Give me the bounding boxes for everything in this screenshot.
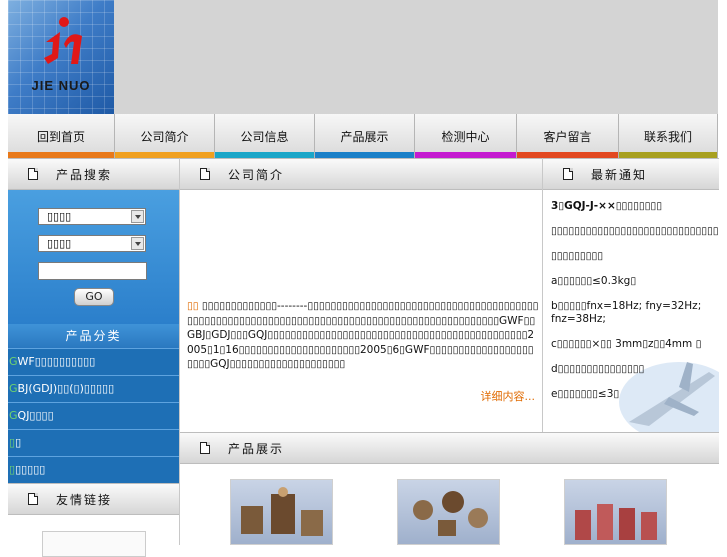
document-icon [28, 493, 38, 505]
search-panel: ▯▯▯▯ ▯▯▯▯ GO [8, 190, 179, 324]
nav-item-label: 检测中心 [441, 129, 490, 144]
products-section: 产品展示 [179, 432, 719, 545]
category-item[interactable]: GBJ(GDJ)▯▯(▯)▯▯▯▯▯ [8, 375, 179, 402]
news-line: ▯▯▯▯▯▯▯▯▯ [551, 250, 604, 262]
company-intro-section: 公司简介 ▯▯ ▯▯▯▯▯▯▯▯▯▯▯▯▯--------▯▯▯▯▯▯▯▯▯▯▯… [179, 158, 543, 432]
logo-mark-icon [44, 17, 82, 64]
intro-highlight: ▯▯ [187, 300, 199, 312]
news-line: b▯▯▯▯▯fnx=18Hz; fny=32Hz; fnz=38Hz; [551, 300, 702, 325]
nav-item[interactable]: 检测中心 [415, 114, 517, 158]
document-icon [28, 168, 38, 180]
category-label: ▯▯▯▯▯ [15, 463, 46, 476]
news-section: 最新通知 3▯GQJ-J-××▯▯▯▯▯▯▯▯ ▯▯▯▯▯▯▯▯▯▯▯▯▯▯▯▯▯… [542, 158, 719, 432]
friend-links-header: 友情链接 [8, 483, 179, 515]
nav-item-label: 回到首页 [36, 129, 85, 144]
product-search-title: 产品搜索 [56, 167, 113, 182]
nav-item[interactable]: 公司简介 [115, 114, 215, 158]
site-logo[interactable]: JIE NUO [8, 0, 114, 114]
category-select-2-value: ▯▯▯▯ [47, 237, 72, 250]
company-intro-title: 公司简介 [228, 167, 285, 182]
document-icon [200, 442, 210, 454]
news-title: 最新通知 [591, 167, 648, 182]
friend-links-title: 友情链接 [56, 492, 113, 507]
product-image[interactable] [397, 479, 500, 545]
nav-item-label: 公司简介 [140, 129, 189, 144]
category-label: ▯ [15, 436, 22, 449]
news-line: c▯▯▯▯▯▯×▯▯ 3mm▯z▯▯4mm ▯ [551, 338, 702, 350]
chevron-down-icon [131, 237, 144, 250]
news-list: 3▯GQJ-J-××▯▯▯▯▯▯▯▯ ▯▯▯▯▯▯▯▯▯▯▯▯▯▯▯▯▯▯▯▯▯▯… [551, 200, 719, 413]
nav-item[interactable]: 产品展示 [315, 114, 415, 158]
news-header: 最新通知 [543, 158, 719, 190]
company-intro-header: 公司简介 [180, 158, 543, 190]
page: JIE NUO 回到首页 公司简介 公司信息 产品展示 检测中心 客户留言 联系我们 产品搜… [8, 0, 719, 557]
friend-links-panel [8, 515, 179, 557]
nav-item[interactable]: 联系我们 [619, 114, 718, 158]
friend-link-logo[interactable] [42, 531, 146, 557]
product-image[interactable] [564, 479, 667, 545]
go-button[interactable]: GO [74, 288, 114, 306]
chevron-down-icon [131, 210, 144, 223]
news-line: a▯▯▯▯▯▯≤0.3kg▯ [551, 275, 637, 287]
products-title: 产品展示 [228, 441, 285, 456]
nav-item-label: 产品展示 [340, 129, 389, 144]
category-item[interactable]: GQJ▯▯▯▯ [8, 402, 179, 429]
news-line: e▯▯▯▯▯▯▯≤3▯ [551, 388, 620, 400]
logo-text: JIE NUO [31, 78, 91, 93]
category-title: 产品分类 [8, 324, 179, 348]
category-label: BJ(GDJ)▯▯(▯)▯▯▯▯▯ [17, 382, 115, 395]
news-line: d▯▯▯▯▯▯▯▯▯▯▯▯▯▯▯ [551, 363, 645, 375]
left-sidebar: 产品搜索 ▯▯▯▯ ▯▯▯▯ GO 产品分类 GWF▯▯▯▯▯▯▯▯▯▯ GBJ(… [8, 158, 179, 557]
category-item[interactable]: GWF▯▯▯▯▯▯▯▯▯▯ [8, 348, 179, 375]
nav-item-label: 公司信息 [240, 129, 289, 144]
news-line: ▯▯▯▯▯▯▯▯▯▯▯▯▯▯▯▯▯▯▯▯▯▯▯▯▯▯▯▯▯▯▯▯▯▯▯ [551, 225, 719, 237]
category-list: GWF▯▯▯▯▯▯▯▯▯▯ GBJ(GDJ)▯▯(▯)▯▯▯▯▯ GQJ▯▯▯▯ ▯▯… [8, 348, 179, 483]
category-select-1[interactable]: ▯▯▯▯ [38, 208, 146, 225]
category-select-2[interactable]: ▯▯▯▯ [38, 235, 146, 252]
document-icon [200, 168, 210, 180]
nav-item-label: 客户留言 [543, 129, 592, 144]
category-prefix: G [9, 355, 18, 368]
category-select-1-value: ▯▯▯▯ [47, 210, 72, 223]
main-nav: 回到首页 公司简介 公司信息 产品展示 检测中心 客户留言 联系我们 [8, 114, 718, 158]
document-icon [563, 168, 573, 180]
nav-item-label: 联系我们 [643, 129, 692, 144]
site-header: JIE NUO [8, 0, 718, 114]
category-label: QJ▯▯▯▯ [17, 409, 54, 422]
intro-body: ▯▯▯▯▯▯▯▯▯▯▯▯▯--------▯▯▯▯▯▯▯▯▯▯▯▯▯▯▯▯▯▯▯… [187, 300, 539, 370]
more-link[interactable]: 详细内容... [481, 388, 536, 404]
category-label: WF▯▯▯▯▯▯▯▯▯▯ [17, 355, 96, 368]
category-prefix: G [9, 409, 18, 422]
category-item[interactable]: ▯▯▯▯▯▯ [8, 456, 179, 483]
company-intro-text: ▯▯ ▯▯▯▯▯▯▯▯▯▯▯▯▯--------▯▯▯▯▯▯▯▯▯▯▯▯▯▯▯▯… [187, 299, 539, 372]
products-header: 产品展示 [180, 432, 719, 464]
news-line[interactable]: 3▯GQJ-J-××▯▯▯▯▯▯▯▯ [551, 200, 711, 213]
product-search-header: 产品搜索 [8, 158, 179, 190]
nav-item[interactable]: 客户留言 [517, 114, 619, 158]
category-item[interactable]: ▯▯ [8, 429, 179, 456]
category-prefix: G [9, 382, 18, 395]
search-input[interactable] [38, 262, 147, 280]
nav-item[interactable]: 回到首页 [8, 114, 115, 158]
nav-item[interactable]: 公司信息 [215, 114, 315, 158]
product-image[interactable] [230, 479, 333, 545]
